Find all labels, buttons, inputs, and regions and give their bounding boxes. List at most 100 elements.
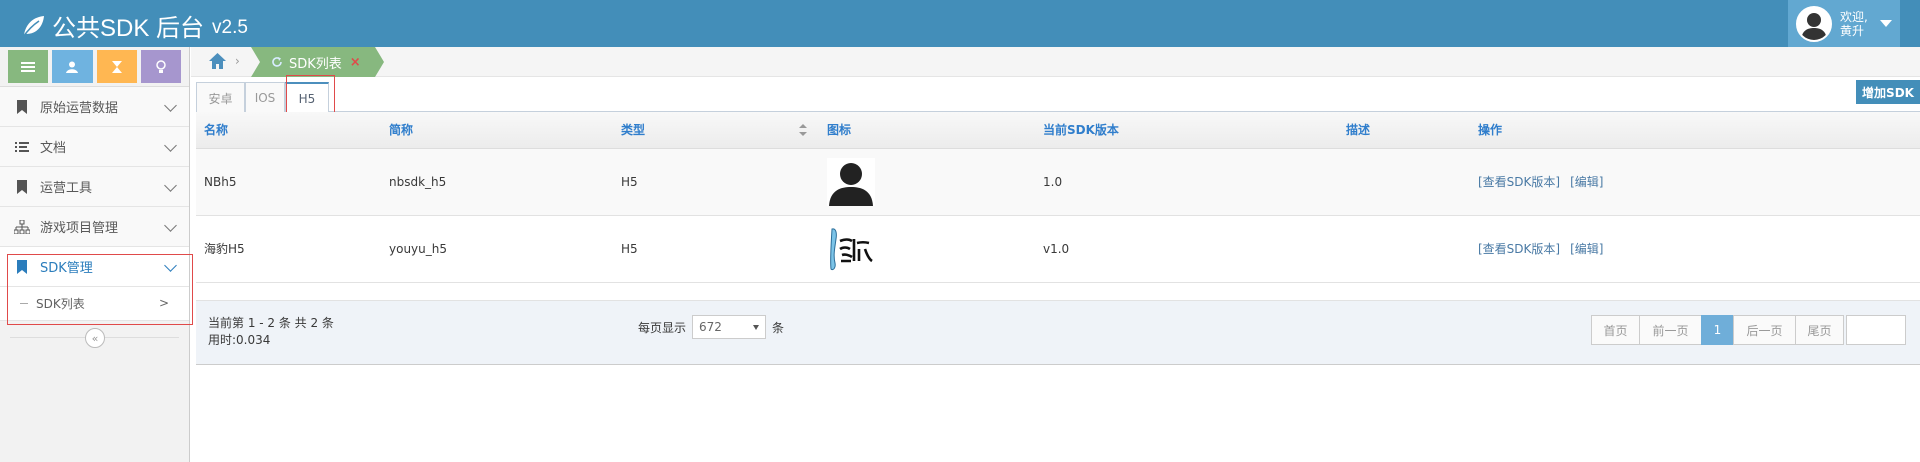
shortcut-hourglass-button[interactable] [96,50,137,83]
sidebar-collapse-row: « [0,321,189,355]
table-footer: 当前第 1 - 2 条 共 2 条 用时:0.034 每页显示 672 条 首页… [196,300,1920,365]
cell-desc [1338,215,1470,283]
sort-icon[interactable] [799,124,807,136]
cell-icon [819,148,1035,216]
chevron-down-icon [164,179,177,192]
tab-android[interactable]: 安卓 [196,82,245,113]
sidebar-item-ops-tools[interactable]: 运营工具 [0,167,189,207]
lightbulb-icon [156,59,166,73]
page-jump-input[interactable] [1846,315,1906,345]
table-row: 海豹H5 youyu_h5 H5 v1.0 [查看SDK版本] [编辑] [196,215,1920,283]
default-avatar-icon [827,157,875,206]
breadcrumb-separator: › [235,54,240,68]
shortcut-user-button[interactable] [52,50,93,83]
per-page-select[interactable]: 672 [692,315,767,339]
sidebar-item-label: 游戏项目管理 [40,221,119,236]
bookmark-icon [14,179,30,195]
last-page-button[interactable]: 尾页 [1795,315,1844,345]
chevron-right-icon: > [158,296,169,310]
top-navbar: 公共SDK 后台 v2.5 欢迎, 黄升 [0,0,1920,47]
user-welcome: 欢迎, 黄升 [1840,10,1868,38]
sidebar-item-raw-data[interactable]: 原始运营数据 [0,87,189,127]
chevron-down-icon [164,99,177,112]
cell-version: v1.0 [1035,215,1338,283]
cell-short: nbsdk_h5 [381,148,613,216]
cell-ops: [查看SDK版本] [编辑] [1470,215,1920,283]
per-page-value: 672 [699,320,722,334]
sidebar-item-label: 文档 [40,141,67,156]
pagination: 首页 前一页 1 后一页 尾页 [1591,315,1906,345]
chevron-down-icon [164,259,177,272]
breadcrumb-tab-label: SDK列表 [289,56,342,72]
sidebar-item-label: 运营工具 [40,181,93,196]
brand[interactable]: 公共SDK 后台 v2.5 [20,8,248,43]
sidebar-item-label: SDK管理 [40,261,93,276]
cell-short: youyu_h5 [381,215,613,283]
user-menu[interactable]: 欢迎, 黄升 [1788,0,1900,47]
home-icon[interactable] [209,53,226,69]
chevron-down-icon [164,219,177,232]
list-icon [14,139,30,155]
prev-page-button[interactable]: 前一页 [1639,315,1702,345]
tab-h5[interactable]: H5 [285,82,329,114]
app-version: v2.5 [212,16,248,38]
cell-icon [819,215,1035,283]
welcome-text: 欢迎, [1840,9,1868,24]
user-name: 黄升 [1840,23,1865,38]
cell-desc [1338,148,1470,216]
cell-version: 1.0 [1035,148,1338,216]
shortcut-lightbulb-button[interactable] [140,50,181,83]
first-page-button[interactable]: 首页 [1591,315,1640,345]
collapse-sidebar-button[interactable]: « [85,328,105,348]
seal-logo-icon [827,224,875,273]
sidebar-item-docs[interactable]: 文档 [0,127,189,167]
app-title: 公共SDK 后台 [52,15,205,42]
next-page-button[interactable]: 后一页 [1733,315,1796,345]
cell-type: H5 [613,148,819,216]
table-row: NBh5 nbsdk_h5 H5 1.0 [查看SDK版本] [编辑] [196,148,1920,216]
view-sdk-versions-link[interactable]: [查看SDK版本] [1478,175,1560,189]
view-sdk-versions-link[interactable]: [查看SDK版本] [1478,242,1560,256]
sdk-table: 名称 简称 类型 图标 当前SDK版本 描述 操作 NBh5 nbsdk_h5 … [196,112,1920,283]
page-1-button[interactable]: 1 [1701,315,1734,345]
column-header-name[interactable]: 名称 [196,112,381,149]
platform-tabs: 安卓 IOS H5 [196,78,1920,114]
sidebar-item-game-projects[interactable]: 游戏项目管理 [0,207,189,247]
edit-link[interactable]: [编辑] [1570,175,1603,189]
bookmark-icon [14,259,30,275]
add-sdk-button[interactable]: 增加SDK [1856,80,1920,104]
per-page-control: 每页显示 672 条 [638,315,784,339]
edit-link[interactable]: [编辑] [1570,242,1603,256]
chevron-down-icon [164,139,177,152]
record-count-text: 当前第 1 - 2 条 共 2 条 [208,316,334,330]
table-header-row: 名称 简称 类型 图标 当前SDK版本 描述 操作 [196,112,1920,149]
cell-ops: [查看SDK版本] [编辑] [1470,148,1920,216]
record-info: 当前第 1 - 2 条 共 2 条 用时:0.034 [208,315,334,349]
column-header-short[interactable]: 简称 [381,112,613,149]
hourglass-icon [111,60,122,73]
elapsed-time-text: 用时:0.034 [208,333,271,347]
tab-ios[interactable]: IOS [245,82,285,113]
close-tab-icon[interactable]: × [350,55,361,70]
leaf-icon [22,15,44,37]
list-icon [21,61,36,72]
shortcut-list-button[interactable] [8,50,49,83]
column-header-icon[interactable]: 图标 [819,112,1035,149]
user-icon [66,61,79,73]
per-page-unit: 条 [772,320,785,335]
sidebar-item-sdk-management[interactable]: SDK管理 [0,247,189,287]
column-header-type[interactable]: 类型 [613,112,819,149]
refresh-icon [272,57,282,67]
caret-down-icon [1879,20,1892,27]
breadcrumb-tab-sdk-list[interactable]: SDK列表 × [251,47,384,77]
sidebar-subitem-sdk-list[interactable]: SDK列表 > [0,287,189,321]
user-avatar-icon [1796,5,1832,42]
column-header-ops[interactable]: 操作 [1470,112,1920,149]
cell-type: H5 [613,215,819,283]
column-header-version[interactable]: 当前SDK版本 [1035,112,1338,149]
cell-name: NBh5 [196,148,381,216]
column-header-desc[interactable]: 描述 [1338,112,1470,149]
breadcrumb: › SDK列表 × [191,47,1920,77]
cell-name: 海豹H5 [196,215,381,283]
shortcut-buttons [0,47,189,87]
